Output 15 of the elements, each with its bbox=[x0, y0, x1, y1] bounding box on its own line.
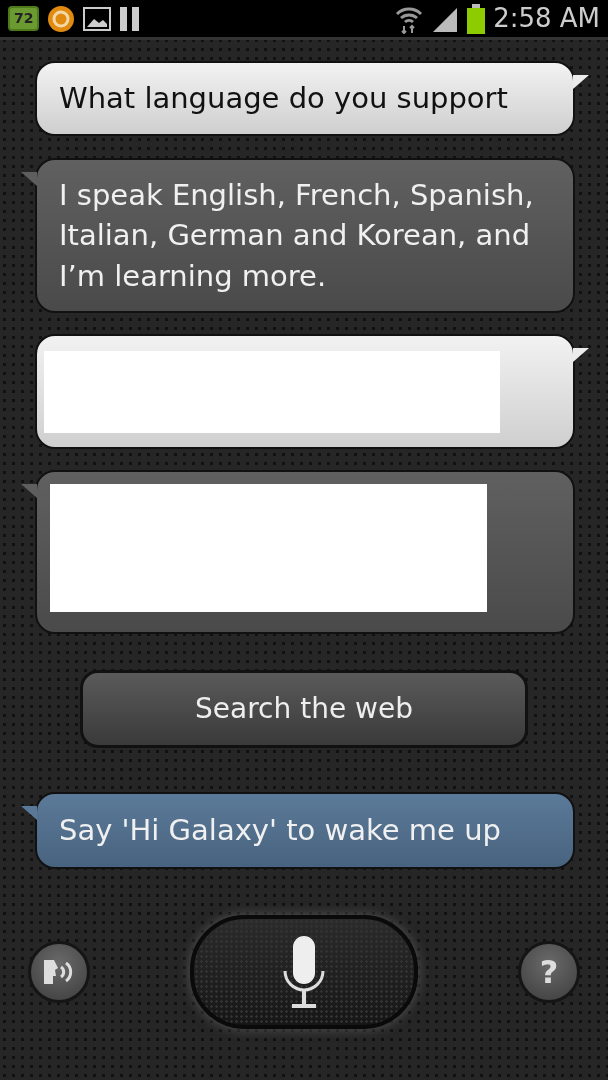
pause-icon bbox=[119, 5, 142, 32]
app-icon bbox=[47, 4, 76, 33]
hint-message: Say 'Hi Galaxy' to wake me up bbox=[21, 792, 575, 869]
microphone-icon bbox=[282, 934, 326, 1009]
help-button[interactable]: ? bbox=[518, 940, 580, 1003]
battery-badge: 72 bbox=[8, 6, 40, 31]
clock: 2:58 AM bbox=[493, 2, 600, 35]
image-icon bbox=[83, 6, 112, 31]
voice-output-button[interactable] bbox=[28, 940, 90, 1003]
user-message: What language do you support bbox=[35, 61, 589, 136]
battery-icon bbox=[467, 3, 486, 34]
assistant-message: I speak English, French, Spanish, Italian, German and Korean, and I’m learning more. bbox=[21, 157, 575, 314]
search-web-button[interactable]: Search the web bbox=[80, 670, 528, 749]
microphone-button[interactable] bbox=[190, 914, 418, 1029]
bubble-tail bbox=[573, 348, 589, 363]
